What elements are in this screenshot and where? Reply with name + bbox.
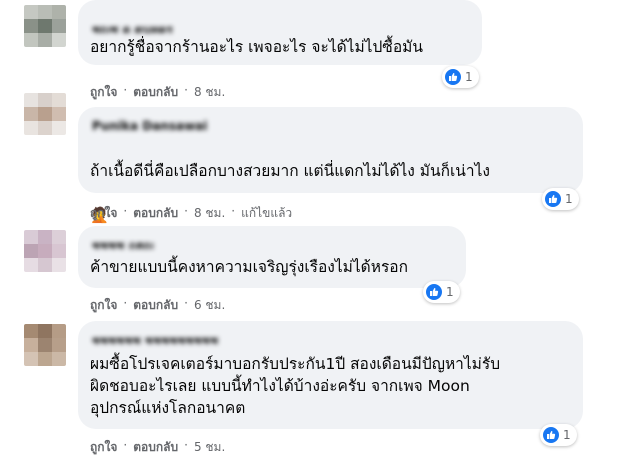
avatar-pixel <box>24 93 38 107</box>
commenter-name[interactable]: ชชชชชช ชชชชชชชชช <box>92 332 218 344</box>
avatar-pixel <box>52 93 66 107</box>
avatar[interactable] <box>24 324 66 366</box>
comment-text: ค้าขายแบบนี้คงหาความเจริญรุ่งเรืองไม่ได้… <box>90 258 408 276</box>
like-link[interactable]: ถูกใจ <box>90 438 117 457</box>
reaction-badge[interactable]: 1 <box>542 188 579 210</box>
avatar-pixel <box>38 352 52 366</box>
avatar-pixel <box>38 258 52 272</box>
comment-actions: ถูกใจ · ตอบกลับ · 8 ชม. <box>90 83 225 102</box>
commenter-name[interactable]: Punika Dansawai <box>92 119 207 131</box>
comment-actions: ถูกใจ · ตอบกลับ · 5 ชม. <box>90 438 225 457</box>
separator-dot: · <box>184 438 188 452</box>
commenter-name[interactable]: ชชชช ฤฮญ <box>92 237 154 249</box>
avatar-pixel <box>24 324 38 338</box>
avatar-pixel <box>52 33 66 47</box>
comment-bubble: ชชชช ฤฮญ ค้าขายแบบนี้คงหาความเจริญรุ่งเร… <box>78 226 466 288</box>
separator-dot: · <box>184 204 188 218</box>
reaction-count: 1 <box>446 285 454 299</box>
comment-actions: ถูกใจ · ตอบกลับ · 8 ชม. · แก้ไขแล้ว <box>90 204 292 223</box>
avatar-pixel <box>24 107 38 121</box>
avatar-pixel <box>38 93 52 107</box>
avatar-pixel <box>24 352 38 366</box>
avatar-pixel <box>24 19 38 33</box>
like-icon <box>545 191 561 207</box>
avatar-pixel <box>52 244 66 258</box>
avatar-pixel <box>38 107 52 121</box>
edited-label[interactable]: แก้ไขแล้ว <box>241 204 292 223</box>
avatar-pixel <box>38 19 52 33</box>
avatar-pixel <box>38 5 52 19</box>
separator-dot: · <box>123 438 128 452</box>
avatar-pixel <box>52 230 66 244</box>
comment-bubble: Punika Dansawai ถ้าเนื้อดีนี่คือเปลือกบา… <box>78 107 583 224</box>
comment-text-content: ถ้าเนื้อดีนี่คือเปลือกบางสวยมาก แต่นี่แด… <box>90 162 490 180</box>
reaction-count: 1 <box>565 192 573 206</box>
avatar-pixel <box>24 338 38 352</box>
comment-bubble: ชญช ด ตนทดร อยากรู้ชื่อจากร้านอะไร เพจอะ… <box>78 0 482 65</box>
like-link[interactable]: ถูกใจ <box>90 204 117 223</box>
separator-dot: · <box>231 204 236 218</box>
avatar-pixel <box>38 324 52 338</box>
avatar-pixel <box>38 338 52 352</box>
avatar-pixel <box>24 258 38 272</box>
avatar-pixel <box>24 121 38 135</box>
avatar[interactable] <box>24 5 66 47</box>
like-icon <box>426 284 442 300</box>
avatar-pixel <box>38 121 52 135</box>
comment-timestamp[interactable]: 5 ชม. <box>194 438 225 457</box>
avatar-pixel <box>24 33 38 47</box>
avatar-pixel <box>38 33 52 47</box>
separator-dot: · <box>184 296 188 310</box>
avatar-pixel <box>38 230 52 244</box>
avatar-pixel <box>52 19 66 33</box>
comment-actions: ถูกใจ · ตอบกลับ · 6 ชม. <box>90 296 225 315</box>
avatar[interactable] <box>24 93 66 135</box>
like-icon <box>543 427 559 443</box>
reply-link[interactable]: ตอบกลับ <box>133 83 178 102</box>
avatar-pixel <box>52 258 66 272</box>
reaction-badge[interactable]: 1 <box>423 281 460 303</box>
reaction-count: 1 <box>563 428 571 442</box>
reply-link[interactable]: ตอบกลับ <box>133 204 178 223</box>
reaction-count: 1 <box>465 70 473 84</box>
like-link[interactable]: ถูกใจ <box>90 83 117 102</box>
reaction-badge[interactable]: 1 <box>540 424 577 446</box>
like-icon <box>445 69 461 85</box>
avatar-pixel <box>52 352 66 366</box>
avatar-pixel <box>52 121 66 135</box>
avatar-pixel <box>24 5 38 19</box>
avatar-pixel <box>52 338 66 352</box>
separator-dot: · <box>123 204 128 218</box>
avatar-pixel <box>24 230 38 244</box>
avatar-pixel <box>24 244 38 258</box>
avatar-pixel <box>38 244 52 258</box>
separator-dot: · <box>123 296 128 310</box>
comment-text: อยากรู้ชื่อจากร้านอะไร เพจอะไร จะได้ไม่ไ… <box>90 38 423 56</box>
reply-link[interactable]: ตอบกลับ <box>133 438 178 457</box>
reaction-badge[interactable]: 1 <box>442 66 479 88</box>
comment-bubble: ชชชชชช ชชชชชชชชช ผมซื้อโปรเจคเตอร์มาบอกร… <box>78 321 583 429</box>
comment-timestamp[interactable]: 8 ชม. <box>194 83 225 102</box>
avatar-pixel <box>52 324 66 338</box>
comment-timestamp[interactable]: 8 ชม. <box>194 204 225 223</box>
avatar[interactable] <box>24 230 66 272</box>
avatar-pixel <box>52 5 66 19</box>
separator-dot: · <box>123 83 128 97</box>
comment-timestamp[interactable]: 6 ชม. <box>194 296 225 315</box>
separator-dot: · <box>184 83 188 97</box>
commenter-name[interactable]: ชญช ด ตนทดร <box>92 21 173 33</box>
avatar-pixel <box>52 107 66 121</box>
reply-link[interactable]: ตอบกลับ <box>133 296 178 315</box>
comment-text: ผมซื้อโปรเจคเตอร์มาบอกรับประกัน1ปี สองเด… <box>90 355 501 417</box>
like-link[interactable]: ถูกใจ <box>90 296 117 315</box>
